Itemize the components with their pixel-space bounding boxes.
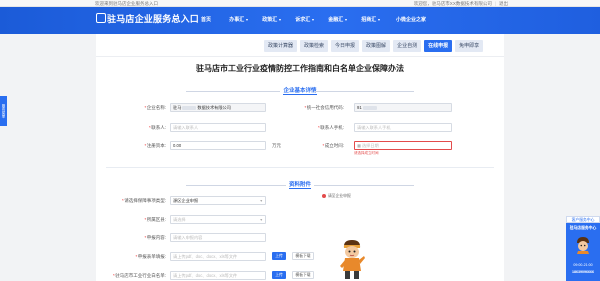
company-name-label: *企业名称:: [144, 105, 166, 110]
capital-label: *注册资本:: [144, 143, 166, 148]
mascot-illustration: [340, 240, 365, 279]
nav-item[interactable]: 政策汇▼: [256, 7, 288, 34]
user-area: 欢迎您，驻马店市XX数据技术有限公司 | 退出: [413, 1, 508, 6]
contact-phone-label: *联系人手机:: [317, 125, 344, 130]
nav-item-label: 首页: [200, 17, 211, 23]
main-nav: 首页 办事汇▼ 政策汇▼ 诉求汇▼ 金融汇▼ 招商汇▼ 小微企业之家: [190, 7, 435, 34]
chevron-down-icon: ▼: [259, 218, 263, 222]
customer-service-widget[interactable]: 客户服务中心 驻马店服务中心 09:00-21:00 18639096666: [566, 216, 600, 281]
chevron-down-icon: ▼: [344, 18, 348, 22]
redacted-block: [182, 105, 197, 110]
region-select[interactable]: 请选择 ▼: [170, 215, 266, 224]
site-logo[interactable]: 驻马店企业服务总入口: [96, 13, 199, 27]
found-date-error: 请选择成立时间: [354, 151, 379, 155]
tab-1[interactable]: 政策检索: [300, 40, 329, 52]
chevron-down-icon: ▼: [259, 199, 263, 203]
found-date-picker[interactable]: ▦选择日期: [354, 141, 452, 150]
section-rule-left: [186, 185, 286, 186]
nav-item[interactable]: 诉求汇▼: [289, 7, 321, 34]
capital-input[interactable]: 0.00: [170, 141, 266, 150]
side-service-menu-tab[interactable]: 服务菜单: [0, 96, 7, 126]
policy-tabs-bar: 政策计算器 政策检索 今日申报 政策图解 企业自测 在线申报 免申即享: [96, 34, 504, 57]
contact-label: *联系人:: [148, 125, 166, 130]
contact-input[interactable]: 请输入联系人: [170, 123, 266, 132]
form-upload-label: *申报表单填报:: [135, 254, 166, 259]
nav-item[interactable]: 小微企业之家: [388, 7, 434, 34]
nav-item-label: 金融汇: [328, 17, 344, 23]
form-upload-button[interactable]: 上传: [272, 252, 286, 260]
service-widget-body: 驻马店服务中心 09:00-21:00 18639096666: [566, 223, 600, 281]
service-widget-brand: 驻马店服务中心: [569, 226, 597, 230]
service-phone[interactable]: 18639096666: [566, 270, 600, 274]
required-note: 请至企业申报: [322, 193, 351, 199]
welcome-text: 欢迎来到驻马店企业服务总入口: [95, 1, 158, 6]
nav-item-label: 诉求汇: [295, 17, 311, 23]
calendar-icon: ▦: [357, 143, 361, 148]
nav-item[interactable]: 办事汇▼: [223, 7, 255, 34]
section-rule-left: [186, 91, 286, 92]
chevron-down-icon: ▼: [311, 18, 315, 22]
form-upload-field[interactable]: 请上传pdf、doc、docx、xls等文件: [170, 252, 266, 261]
chevron-down-icon: ▼: [278, 18, 282, 22]
nav-item-label: 小微企业之家: [395, 17, 426, 23]
main-header: 驻马店企业服务总入口 首页 办事汇▼ 政策汇▼ 诉求汇▼ 金融汇▼ 招商汇▼ 小微企业之家: [0, 7, 600, 34]
logo-mark-icon: [96, 13, 106, 23]
whitelist-template-download-button[interactable]: 模板下载: [292, 271, 314, 279]
capital-unit: 万元: [272, 143, 281, 148]
tab-2[interactable]: 今日申报: [331, 40, 360, 52]
page-title: 驻马店市工业行业疫情防控工作指南和白名单企业保障办法: [196, 64, 404, 73]
company-name-field: 驻马 数据技术有限公司: [170, 103, 266, 112]
logout-link[interactable]: 退出: [499, 1, 508, 6]
greeting-text: 欢迎您，: [413, 1, 432, 6]
nav-item[interactable]: 首页: [190, 7, 222, 34]
credit-code-field: 91: [354, 103, 452, 112]
service-mascot-icon: [577, 237, 589, 254]
credit-code-label: *统一社会信用代码:: [304, 105, 344, 110]
contact-phone-input[interactable]: 请输入联系人手机: [354, 123, 452, 132]
basic-info-section-title: 企业基本详情: [106, 87, 494, 95]
whitelist-upload-field[interactable]: 请上传pdf、doc、docx、xls等文件: [170, 271, 266, 280]
whitelist-upload-label: *驻马店市工业行业白名单:: [112, 273, 166, 278]
section-rule-right: [314, 91, 414, 92]
tab-0[interactable]: 政策计算器: [264, 40, 298, 52]
nav-item[interactable]: 金融汇▼: [322, 7, 354, 34]
nav-item-label: 办事汇: [229, 17, 245, 23]
tab-5[interactable]: 在线申报: [424, 40, 453, 52]
section-rule-right: [314, 185, 414, 186]
redacted-block: [362, 105, 377, 110]
tab-3[interactable]: 政策图解: [362, 40, 391, 52]
guarantee-type-select[interactable]: 源区企业申报 ▼: [170, 196, 266, 205]
policy-tabs: 政策计算器 政策检索 今日申报 政策图解 企业自测 在线申报 免申即享: [264, 40, 486, 52]
declare-content-input[interactable]: 请输入申报内容: [170, 233, 266, 242]
found-date-label: *成立时间:: [322, 143, 344, 148]
user-name[interactable]: 驻马店市XX数据技术有限公司: [432, 1, 492, 6]
region-label: *所属区县:: [144, 217, 166, 222]
chevron-down-icon: ▼: [377, 18, 381, 22]
nav-item-label: 招商汇: [361, 17, 377, 23]
radio-selected-icon: [322, 193, 326, 198]
nav-item-label: 政策汇: [262, 17, 278, 23]
form-template-download-button[interactable]: 模板下载: [292, 252, 314, 260]
form-card: 驻马店市工业行业疫情防控工作指南和白名单企业保障办法 企业基本详情 *企业名称:…: [96, 57, 504, 281]
tab-4[interactable]: 企业自测: [393, 40, 422, 52]
tab-6[interactable]: 免申即享: [455, 40, 484, 52]
logo-text: 驻马店企业服务总入口: [107, 15, 200, 25]
chevron-down-icon: ▼: [245, 18, 249, 22]
whitelist-upload-button[interactable]: 上传: [272, 271, 286, 279]
declare-content-label: *申报内容:: [144, 235, 166, 240]
top-utility-bar: 欢迎来到驻马店企业服务总入口 欢迎您，驻马店市XX数据技术有限公司 | 退出: [0, 0, 600, 7]
section-divider: [106, 167, 494, 168]
guarantee-type-label: *请选择保障事项类型:: [121, 198, 166, 203]
service-hours: 09:00-21:00: [573, 263, 593, 267]
service-widget-header[interactable]: 客户服务中心: [566, 216, 600, 223]
materials-section-title: 资料附件: [106, 181, 494, 189]
nav-item[interactable]: 招商汇▼: [355, 7, 387, 34]
materials-title-text: 资料附件: [285, 182, 314, 188]
